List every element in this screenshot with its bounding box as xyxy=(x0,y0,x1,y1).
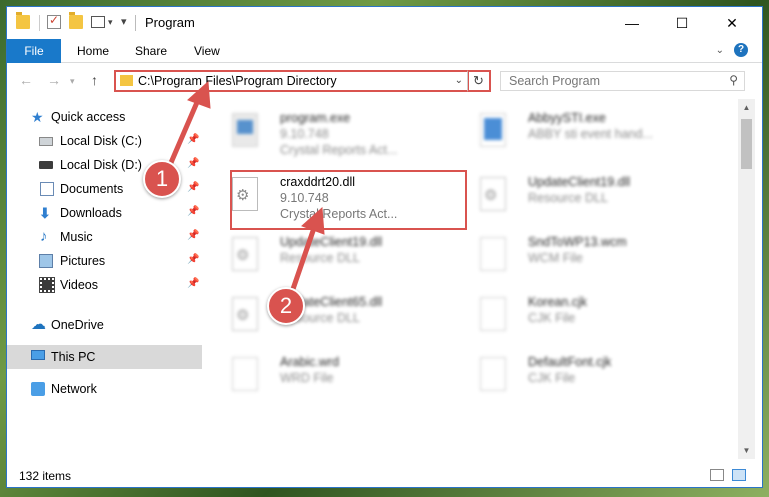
arrow-head xyxy=(187,80,211,109)
arrow-to-file xyxy=(289,225,317,295)
annotation-arrows xyxy=(167,80,325,295)
arrow-to-address-bar xyxy=(167,97,201,168)
arrow-head xyxy=(301,206,325,235)
step-1-badge: 1 xyxy=(143,160,181,198)
step-2-badge: 2 xyxy=(267,287,305,325)
